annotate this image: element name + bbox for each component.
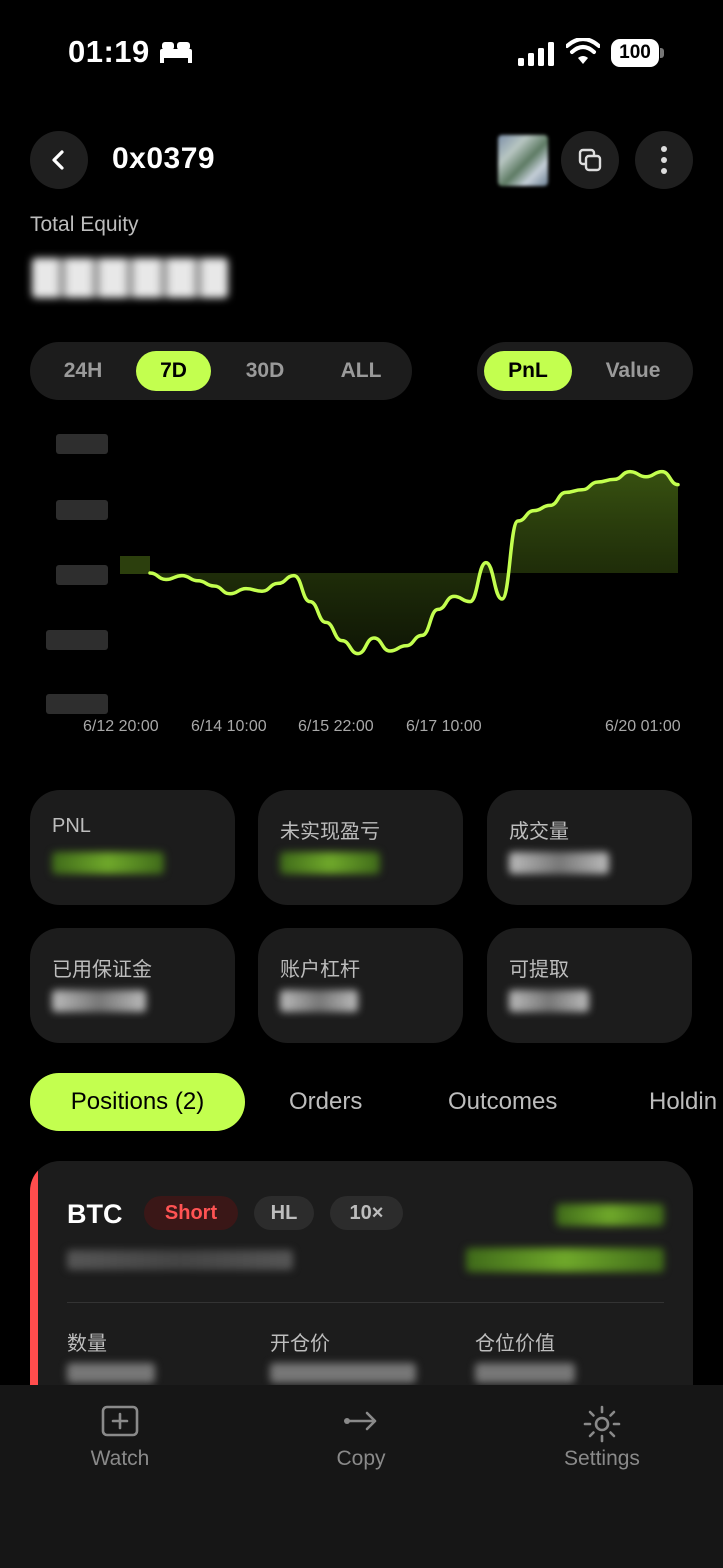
total-equity-value-obscured (32, 258, 228, 298)
arrow-right-icon (344, 1411, 377, 1431)
page-title: 0x0379 (112, 142, 216, 175)
stat-value-obscured (52, 852, 164, 874)
range-tab-24h[interactable]: 24H (44, 351, 122, 391)
chevron-left-icon (52, 150, 64, 170)
tab-positions[interactable]: Positions (2) (30, 1073, 245, 1131)
stat-card-unrealized-pnl: 未实现盈亏 (258, 790, 463, 905)
nav-copy[interactable]: Copy (281, 1405, 441, 1471)
stat-label: 已用保证金 (52, 959, 152, 981)
position-value-obscured (475, 1363, 575, 1383)
range-tab-30d[interactable]: 30D (225, 351, 305, 391)
chart-area-fill (150, 471, 678, 654)
copy-button[interactable] (561, 131, 619, 189)
side-badge: Short (144, 1196, 238, 1230)
stat-card-used-margin: 已用保证金 (30, 928, 235, 1043)
nav-label: Settings (564, 1447, 640, 1470)
stat-card-account-leverage: 账户杠杆 (258, 928, 463, 1043)
position-roe-obscured (466, 1248, 664, 1272)
stat-card-pnl: PNL (30, 790, 235, 905)
x-tick-0: 6/12 20:00 (83, 718, 159, 735)
stat-value-obscured (280, 990, 358, 1012)
battery-cap (660, 48, 664, 58)
status-time: 01:19 (68, 34, 150, 69)
tab-outcomes[interactable]: Outcomes (448, 1073, 557, 1131)
total-equity-label: Total Equity (30, 213, 139, 236)
size-value-obscured (67, 1363, 155, 1383)
stat-card-volume: 成交量 (487, 790, 692, 905)
tab-orders[interactable]: Orders (289, 1073, 362, 1131)
nav-watch[interactable]: Watch (40, 1405, 200, 1471)
battery-indicator: 100 (611, 39, 659, 67)
stat-label: 可提取 (509, 959, 569, 981)
x-tick-3: 6/17 10:00 (406, 718, 482, 735)
copy-icon (578, 148, 602, 172)
short-side-indicator (30, 1161, 38, 1421)
stat-label: 账户杠杆 (280, 959, 360, 981)
venue-badge: HL (254, 1196, 314, 1230)
range-tab-7d[interactable]: 7D (136, 351, 211, 391)
nav-settings[interactable]: Settings (522, 1405, 682, 1471)
position-card[interactable]: BTC Short HL 10× 数量 开仓价 仓位价值 (30, 1161, 693, 1421)
cellular-signal-icon (518, 42, 554, 66)
mode-tab-value[interactable]: Value (585, 351, 681, 391)
bed-icon (160, 42, 192, 63)
stat-value-obscured (52, 990, 146, 1012)
more-options-button[interactable] (635, 131, 693, 189)
x-tick-4: 6/20 01:00 (605, 718, 681, 735)
gear-icon (583, 1405, 621, 1443)
y-axis-labels-obscured (46, 434, 108, 714)
plus-square-icon (101, 1405, 139, 1437)
stat-card-withdrawable: 可提取 (487, 928, 692, 1043)
nav-label: Watch (90, 1447, 150, 1470)
bottom-navigation: Watch Copy Settings (0, 1385, 723, 1568)
pnl-chart: 6/12 20:00 6/14 10:00 6/15 22:00 6/17 10… (46, 434, 681, 735)
chart-start-marker (120, 556, 150, 574)
field-label-position-value: 仓位价值 (475, 1333, 555, 1355)
position-symbol: BTC (67, 1199, 123, 1229)
stat-value-obscured (509, 852, 609, 874)
range-tab-all[interactable]: ALL (320, 351, 402, 391)
tab-holdings[interactable]: Holdin (649, 1073, 723, 1131)
mode-selector: PnL Value (477, 342, 693, 400)
position-subtitle-obscured (67, 1250, 293, 1270)
nav-label: Copy (336, 1447, 386, 1470)
stat-value-obscured (280, 852, 380, 874)
mode-tab-pnl[interactable]: PnL (484, 351, 572, 391)
avatar[interactable] (498, 135, 548, 186)
back-button[interactable] (30, 131, 88, 189)
stat-label: 未实现盈亏 (280, 821, 380, 843)
stat-value-obscured (509, 990, 589, 1012)
x-tick-1: 6/14 10:00 (191, 718, 267, 735)
stat-label: PNL (52, 815, 91, 837)
stat-label: 成交量 (509, 821, 569, 843)
range-selector: 24H 7D 30D ALL (30, 342, 412, 400)
field-label-size: 数量 (67, 1333, 107, 1355)
divider (67, 1302, 664, 1303)
x-tick-2: 6/15 22:00 (298, 718, 374, 735)
more-vertical-icon (661, 146, 667, 174)
leverage-badge: 10× (330, 1196, 403, 1230)
field-label-entry-price: 开仓价 (270, 1333, 330, 1355)
position-pnl-obscured (556, 1204, 664, 1226)
entry-price-obscured (270, 1363, 416, 1383)
wifi-icon (566, 38, 600, 64)
